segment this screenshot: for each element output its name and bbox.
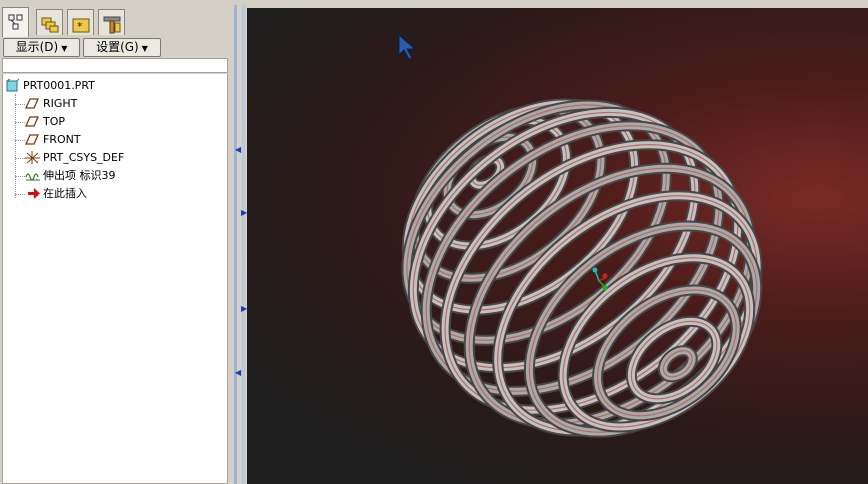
tree-item-label: RIGHT (43, 97, 78, 110)
tree-item-label: 伸出项 标识39 (43, 169, 116, 182)
chevron-down-icon: ▼ (141, 44, 148, 53)
connections-icon (103, 16, 121, 34)
tab-folder-browser[interactable] (36, 9, 63, 35)
tree-connector (15, 104, 25, 105)
tree-item-insert-here[interactable]: 在此插入 (3, 185, 203, 203)
tree-item-top[interactable]: TOP (3, 113, 203, 131)
datum-plane-icon (25, 116, 39, 127)
settings-button-label: 设置(G) (96, 40, 139, 54)
sweep-protrusion-icon (25, 173, 40, 181)
csys-triad-icon (592, 267, 608, 291)
collapse-left-icon[interactable]: ◀ (235, 145, 241, 154)
model-tree-icon (8, 14, 23, 30)
tree-connector (15, 158, 25, 159)
model-tree: PRT0001.PRT RIGHT TOP FRONT PRT_CSYS_DEF… (2, 74, 228, 484)
part-icon (6, 79, 19, 92)
tree-item-protrusion[interactable]: 伸出项 标识39 (3, 167, 203, 185)
datum-plane-icon (25, 134, 39, 145)
mouse-cursor-icon (398, 33, 417, 60)
spring-coils (401, 98, 763, 438)
splitter-bar (242, 5, 245, 484)
favorites-icon: * (72, 18, 90, 33)
datum-plane-icon (25, 98, 39, 109)
tab-favorites[interactable]: * (67, 9, 94, 35)
panel-splitter[interactable]: ◀ ▶ ▶ ◀ (234, 0, 247, 484)
settings-dropdown-button[interactable]: 设置(G) ▼ (83, 38, 161, 57)
navigator-tabs: * (0, 6, 234, 37)
folder-browser-icon (41, 17, 59, 33)
collapse-left-icon[interactable]: ◀ (235, 368, 241, 377)
show-button-label: 显示(D) (15, 40, 59, 54)
tab-connections[interactable] (98, 9, 125, 35)
coordinate-system-icon (25, 151, 40, 164)
tree-item-csys[interactable]: PRT_CSYS_DEF (3, 149, 203, 167)
tree-item-label: TOP (43, 115, 66, 128)
graphics-viewport[interactable] (247, 8, 868, 484)
tree-item-label: FRONT (43, 133, 81, 146)
viewport-top-border (247, 0, 868, 8)
insert-here-arrow-icon (28, 188, 40, 199)
svg-text:*: * (77, 20, 83, 33)
spring-model (401, 98, 763, 438)
tree-root-label: PRT0001.PRT (23, 79, 95, 92)
model-tree-panel: * 显示(D) ▼ 设置(G) ▼ PRT0001.PRT RIGHT TOP … (0, 0, 234, 484)
tree-connector (15, 176, 25, 177)
splitter-bar (234, 5, 237, 484)
tree-item-right[interactable]: RIGHT (3, 95, 203, 113)
tree-item-label: 在此插入 (43, 187, 87, 200)
tree-item-front[interactable]: FRONT (3, 131, 203, 149)
tree-connector (15, 122, 25, 123)
tab-model-tree[interactable] (2, 7, 29, 37)
tree-connector (15, 140, 25, 141)
chevron-down-icon: ▼ (61, 44, 68, 53)
tree-filter-field[interactable] (2, 58, 228, 73)
tree-item-label: PRT_CSYS_DEF (43, 151, 125, 164)
tree-connector (15, 194, 25, 195)
show-dropdown-button[interactable]: 显示(D) ▼ (3, 38, 80, 57)
